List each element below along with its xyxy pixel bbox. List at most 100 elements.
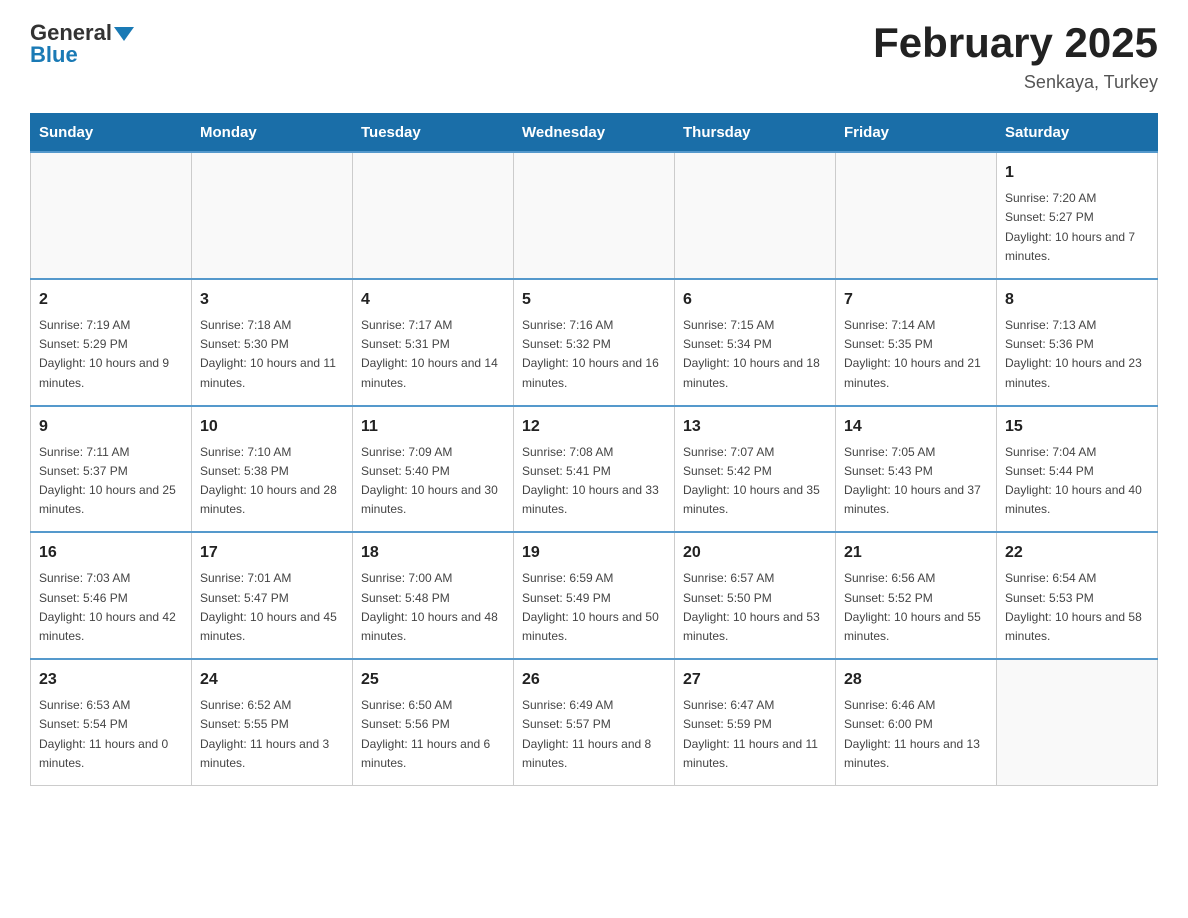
calendar-cell: 9 Sunrise: 7:11 AMSunset: 5:37 PMDaylight… xyxy=(31,406,192,533)
day-number: 28 xyxy=(844,668,988,692)
day-info: Sunrise: 7:05 AMSunset: 5:43 PMDaylight:… xyxy=(844,443,988,520)
calendar-cell: 25 Sunrise: 6:50 AMSunset: 5:56 PMDayligh… xyxy=(353,659,514,785)
page-header: General Blue February 2025 Senkaya, Turk… xyxy=(30,20,1158,93)
day-info: Sunrise: 6:46 AMSunset: 6:00 PMDaylight:… xyxy=(844,696,988,773)
day-info: Sunrise: 6:47 AMSunset: 5:59 PMDaylight:… xyxy=(683,696,827,773)
calendar-cell: 21 Sunrise: 6:56 AMSunset: 5:52 PMDayligh… xyxy=(836,532,997,659)
day-info: Sunrise: 6:53 AMSunset: 5:54 PMDaylight:… xyxy=(39,696,183,773)
logo-triangle-icon xyxy=(114,27,134,41)
day-info: Sunrise: 7:11 AMSunset: 5:37 PMDaylight:… xyxy=(39,443,183,520)
calendar-cell xyxy=(192,152,353,279)
calendar-cell: 15Sunrise: 7:04 AMSunset: 5:44 PMDayligh… xyxy=(997,406,1158,533)
day-number: 16 xyxy=(39,541,183,565)
calendar-cell xyxy=(675,152,836,279)
calendar-cell xyxy=(353,152,514,279)
calendar-table: SundayMondayTuesdayWednesdayThursdayFrid… xyxy=(30,113,1158,786)
calendar-cell: 14 Sunrise: 7:05 AMSunset: 5:43 PMDayligh… xyxy=(836,406,997,533)
day-info: Sunrise: 7:16 AMSunset: 5:32 PMDaylight:… xyxy=(522,316,666,393)
day-number: 8 xyxy=(1005,288,1149,312)
calendar-week-5: 23Sunrise: 6:53 AMSunset: 5:54 PMDayligh… xyxy=(31,659,1158,785)
day-number: 17 xyxy=(200,541,344,565)
weekday-header-friday: Friday xyxy=(836,114,997,153)
day-number: 10 xyxy=(200,415,344,439)
day-number: 7 xyxy=(844,288,988,312)
day-number: 1 xyxy=(1005,161,1149,185)
day-info: Sunrise: 7:03 AMSunset: 5:46 PMDaylight:… xyxy=(39,569,183,646)
calendar-cell: 6Sunrise: 7:15 AMSunset: 5:34 PMDaylight… xyxy=(675,279,836,406)
day-number: 14 xyxy=(844,415,988,439)
day-info: Sunrise: 7:20 AMSunset: 5:27 PMDaylight:… xyxy=(1005,189,1149,266)
logo-blue-text: Blue xyxy=(30,42,78,68)
logo: General Blue xyxy=(30,20,134,68)
calendar-cell: 5 Sunrise: 7:16 AMSunset: 5:32 PMDaylight… xyxy=(514,279,675,406)
day-number: 6 xyxy=(683,288,827,312)
day-info: Sunrise: 6:59 AMSunset: 5:49 PMDaylight:… xyxy=(522,569,666,646)
day-info: Sunrise: 7:10 AMSunset: 5:38 PMDaylight:… xyxy=(200,443,344,520)
weekday-header-monday: Monday xyxy=(192,114,353,153)
calendar-cell: 7 Sunrise: 7:14 AMSunset: 5:35 PMDaylight… xyxy=(836,279,997,406)
day-info: Sunrise: 7:17 AMSunset: 5:31 PMDaylight:… xyxy=(361,316,505,393)
calendar-cell: 2 Sunrise: 7:19 AMSunset: 5:29 PMDaylight… xyxy=(31,279,192,406)
day-info: Sunrise: 7:19 AMSunset: 5:29 PMDaylight:… xyxy=(39,316,183,393)
calendar-cell: 16 Sunrise: 7:03 AMSunset: 5:46 PMDayligh… xyxy=(31,532,192,659)
calendar-week-4: 16 Sunrise: 7:03 AMSunset: 5:46 PMDayligh… xyxy=(31,532,1158,659)
calendar-cell: 17 Sunrise: 7:01 AMSunset: 5:47 PMDayligh… xyxy=(192,532,353,659)
day-info: Sunrise: 7:18 AMSunset: 5:30 PMDaylight:… xyxy=(200,316,344,393)
day-number: 3 xyxy=(200,288,344,312)
day-number: 19 xyxy=(522,541,666,565)
calendar-cell xyxy=(514,152,675,279)
weekday-header-wednesday: Wednesday xyxy=(514,114,675,153)
calendar-cell: 1 Sunrise: 7:20 AMSunset: 5:27 PMDaylight… xyxy=(997,152,1158,279)
calendar-cell: 18 Sunrise: 7:00 AMSunset: 5:48 PMDayligh… xyxy=(353,532,514,659)
calendar-week-1: 1 Sunrise: 7:20 AMSunset: 5:27 PMDaylight… xyxy=(31,152,1158,279)
day-number: 13 xyxy=(683,415,827,439)
calendar-cell: 4Sunrise: 7:17 AMSunset: 5:31 PMDaylight… xyxy=(353,279,514,406)
calendar-cell: 22 Sunrise: 6:54 AMSunset: 5:53 PMDayligh… xyxy=(997,532,1158,659)
calendar-cell: 11 Sunrise: 7:09 AMSunset: 5:40 PMDayligh… xyxy=(353,406,514,533)
day-info: Sunrise: 6:49 AMSunset: 5:57 PMDaylight:… xyxy=(522,696,666,773)
day-number: 18 xyxy=(361,541,505,565)
day-number: 21 xyxy=(844,541,988,565)
day-number: 2 xyxy=(39,288,183,312)
day-number: 11 xyxy=(361,415,505,439)
calendar-cell xyxy=(997,659,1158,785)
day-info: Sunrise: 7:09 AMSunset: 5:40 PMDaylight:… xyxy=(361,443,505,520)
calendar-cell: 3 Sunrise: 7:18 AMSunset: 5:30 PMDaylight… xyxy=(192,279,353,406)
calendar-cell: 10 Sunrise: 7:10 AMSunset: 5:38 PMDayligh… xyxy=(192,406,353,533)
day-number: 9 xyxy=(39,415,183,439)
calendar-cell: 8 Sunrise: 7:13 AMSunset: 5:36 PMDaylight… xyxy=(997,279,1158,406)
day-info: Sunrise: 6:57 AMSunset: 5:50 PMDaylight:… xyxy=(683,569,827,646)
day-number: 20 xyxy=(683,541,827,565)
calendar-cell: 28 Sunrise: 6:46 AMSunset: 6:00 PMDayligh… xyxy=(836,659,997,785)
calendar-cell: 24 Sunrise: 6:52 AMSunset: 5:55 PMDayligh… xyxy=(192,659,353,785)
day-info: Sunrise: 6:52 AMSunset: 5:55 PMDaylight:… xyxy=(200,696,344,773)
day-info: Sunrise: 7:00 AMSunset: 5:48 PMDaylight:… xyxy=(361,569,505,646)
weekday-header-row: SundayMondayTuesdayWednesdayThursdayFrid… xyxy=(31,114,1158,153)
day-number: 22 xyxy=(1005,541,1149,565)
day-number: 25 xyxy=(361,668,505,692)
day-info: Sunrise: 6:56 AMSunset: 5:52 PMDaylight:… xyxy=(844,569,988,646)
weekday-header-tuesday: Tuesday xyxy=(353,114,514,153)
calendar-cell: 12 Sunrise: 7:08 AMSunset: 5:41 PMDayligh… xyxy=(514,406,675,533)
day-number: 12 xyxy=(522,415,666,439)
day-info: Sunrise: 6:54 AMSunset: 5:53 PMDaylight:… xyxy=(1005,569,1149,646)
day-info: Sunrise: 7:01 AMSunset: 5:47 PMDaylight:… xyxy=(200,569,344,646)
calendar-cell xyxy=(836,152,997,279)
calendar-week-2: 2 Sunrise: 7:19 AMSunset: 5:29 PMDaylight… xyxy=(31,279,1158,406)
day-number: 24 xyxy=(200,668,344,692)
title-block: February 2025 Senkaya, Turkey xyxy=(873,20,1158,93)
day-number: 27 xyxy=(683,668,827,692)
day-info: Sunrise: 7:13 AMSunset: 5:36 PMDaylight:… xyxy=(1005,316,1149,393)
day-info: Sunrise: 7:14 AMSunset: 5:35 PMDaylight:… xyxy=(844,316,988,393)
calendar-subtitle: Senkaya, Turkey xyxy=(873,72,1158,93)
day-info: Sunrise: 7:08 AMSunset: 5:41 PMDaylight:… xyxy=(522,443,666,520)
day-info: Sunrise: 6:50 AMSunset: 5:56 PMDaylight:… xyxy=(361,696,505,773)
calendar-week-3: 9 Sunrise: 7:11 AMSunset: 5:37 PMDaylight… xyxy=(31,406,1158,533)
weekday-header-saturday: Saturday xyxy=(997,114,1158,153)
weekday-header-sunday: Sunday xyxy=(31,114,192,153)
calendar-cell: 27 Sunrise: 6:47 AMSunset: 5:59 PMDayligh… xyxy=(675,659,836,785)
day-info: Sunrise: 7:04 AMSunset: 5:44 PMDaylight:… xyxy=(1005,443,1149,520)
day-number: 5 xyxy=(522,288,666,312)
calendar-cell: 13Sunrise: 7:07 AMSunset: 5:42 PMDayligh… xyxy=(675,406,836,533)
calendar-title: February 2025 xyxy=(873,20,1158,66)
